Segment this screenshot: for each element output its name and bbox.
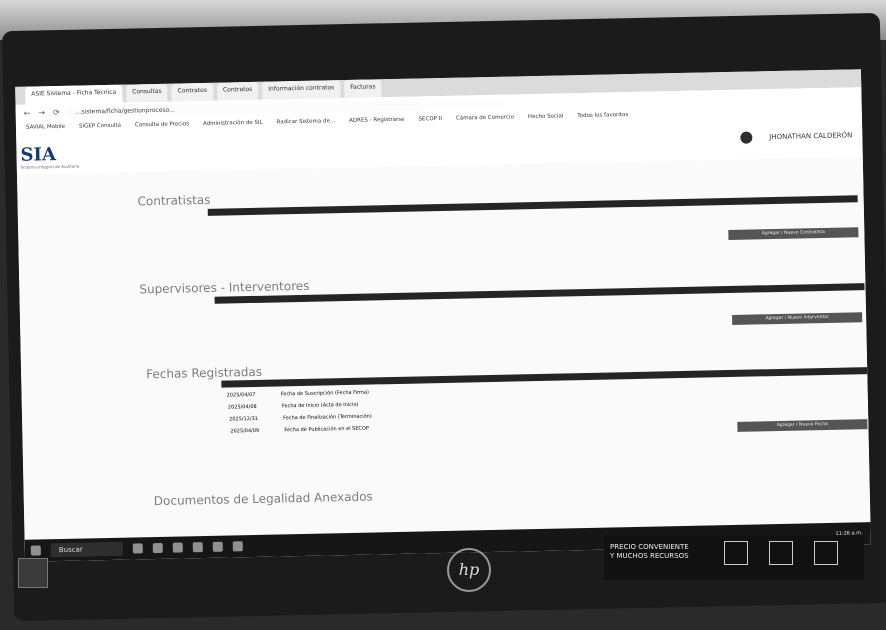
section-title-documentos: Documentos de Legalidad Anexados bbox=[153, 489, 373, 509]
edge-icon[interactable] bbox=[152, 542, 163, 554]
excel-icon[interactable] bbox=[232, 541, 243, 552]
hp-logo: hp bbox=[447, 548, 491, 592]
row-date: 2025/04/08 bbox=[227, 403, 257, 411]
row-label: Fecha de Inicio (Acta de Inicio) bbox=[281, 401, 359, 410]
reload-icon[interactable]: ⟳ bbox=[53, 107, 60, 116]
bookmark-item[interactable]: Hecho Social bbox=[528, 113, 564, 120]
bookmark-item[interactable]: SAVIAL Mobile bbox=[26, 124, 65, 131]
section-title-fechas: Fechas Registradas bbox=[146, 364, 263, 382]
hd-icon bbox=[724, 541, 748, 565]
row-label: Fecha de Suscripción (Fecha Firma) bbox=[280, 389, 369, 398]
bookmark-item[interactable]: Consulta de Precios bbox=[135, 121, 189, 128]
row-date: 2025/04/09 bbox=[230, 427, 260, 435]
app-logo-subtitle: Sistema Integral de Auditoría bbox=[20, 163, 80, 170]
windows-start-icon[interactable] bbox=[30, 545, 41, 556]
browser-tab[interactable]: Información contratos bbox=[262, 80, 341, 100]
sticker-line-2: Y MUCHOS RECURSOS bbox=[610, 552, 689, 560]
table-header-contratistas bbox=[207, 195, 858, 216]
laptop-screen: ASIE Sistema - Ficha Técnica Consultas C… bbox=[15, 69, 871, 562]
bookmark-item[interactable]: Cámara de Comercio bbox=[456, 114, 514, 121]
section-title-supervisores: Supervisores - Interventores bbox=[139, 278, 310, 297]
table-row: 2025/12/31 Fecha de Finalización (Termin… bbox=[229, 414, 372, 423]
bookmark-item[interactable]: SIGEP Consulta bbox=[79, 123, 121, 130]
row-label: Fecha de Publicación en el SECOP bbox=[284, 425, 369, 434]
task-view-icon[interactable] bbox=[132, 543, 143, 554]
row-date: 2025/04/07 bbox=[226, 391, 256, 399]
word-icon[interactable] bbox=[212, 541, 223, 552]
forward-icon[interactable]: → bbox=[38, 108, 45, 117]
browser-tab[interactable]: Contratos bbox=[171, 82, 214, 102]
avatar[interactable] bbox=[740, 131, 753, 144]
browser-tab[interactable]: Contratos bbox=[216, 81, 259, 101]
browser-tab[interactable]: ASIE Sistema - Ficha Técnica bbox=[25, 84, 123, 105]
app-logo[interactable]: SIA bbox=[20, 144, 56, 166]
browser-tab[interactable]: Facturas bbox=[344, 79, 382, 99]
row-label: Fecha de Finalización (Terminación) bbox=[283, 413, 372, 422]
promo-sticker: PRECIO CONVENIENTE Y MUCHOS RECURSOS bbox=[604, 535, 864, 580]
table-row: 2025/04/09 Fecha de Publicación en el SE… bbox=[230, 426, 369, 435]
add-interventor-button[interactable]: Agregar / Nuevo Interventor bbox=[732, 312, 863, 325]
main-content: Contratistas Agregar / Nuevo Contratista… bbox=[16, 157, 871, 550]
table-row: 2025/04/08 Fecha de Inicio (Acta de Inic… bbox=[228, 402, 359, 411]
table-header-fechas bbox=[221, 367, 871, 388]
user-name[interactable]: JHONATHAN CALDERÓN bbox=[769, 131, 852, 141]
table-row: 2025/04/07 Fecha de Suscripción (Fecha F… bbox=[227, 390, 369, 399]
browser-tab[interactable]: Consultas bbox=[126, 83, 168, 103]
chrome-icon[interactable] bbox=[192, 542, 203, 553]
row-date: 2025/12/31 bbox=[229, 415, 259, 423]
sticker-line-1: PRECIO CONVENIENTE bbox=[610, 543, 689, 551]
section-title-contratistas: Contratistas bbox=[137, 192, 211, 209]
bookmark-item[interactable]: Radicar Sistema de... bbox=[277, 118, 336, 125]
bookmark-item[interactable]: Todos los favoritos bbox=[577, 112, 628, 119]
checklist-icon bbox=[814, 541, 838, 565]
speed-icon bbox=[769, 541, 793, 565]
add-fecha-button[interactable]: Agregar / Nueva Fecha bbox=[737, 419, 868, 432]
add-contratista-button[interactable]: Agregar / Nuevo Contratista bbox=[728, 227, 859, 241]
bookmark-item[interactable]: ADRES - Registrarse bbox=[349, 117, 405, 124]
table-header-supervisores bbox=[214, 283, 865, 304]
back-icon[interactable]: ← bbox=[24, 108, 31, 117]
intel-sticker bbox=[18, 558, 48, 588]
taskbar-search[interactable]: Buscar bbox=[50, 541, 123, 558]
file-explorer-icon[interactable] bbox=[172, 542, 183, 553]
bookmark-item[interactable]: Administración de SIL bbox=[203, 120, 263, 127]
bookmark-item[interactable]: SECOP II bbox=[418, 116, 442, 122]
